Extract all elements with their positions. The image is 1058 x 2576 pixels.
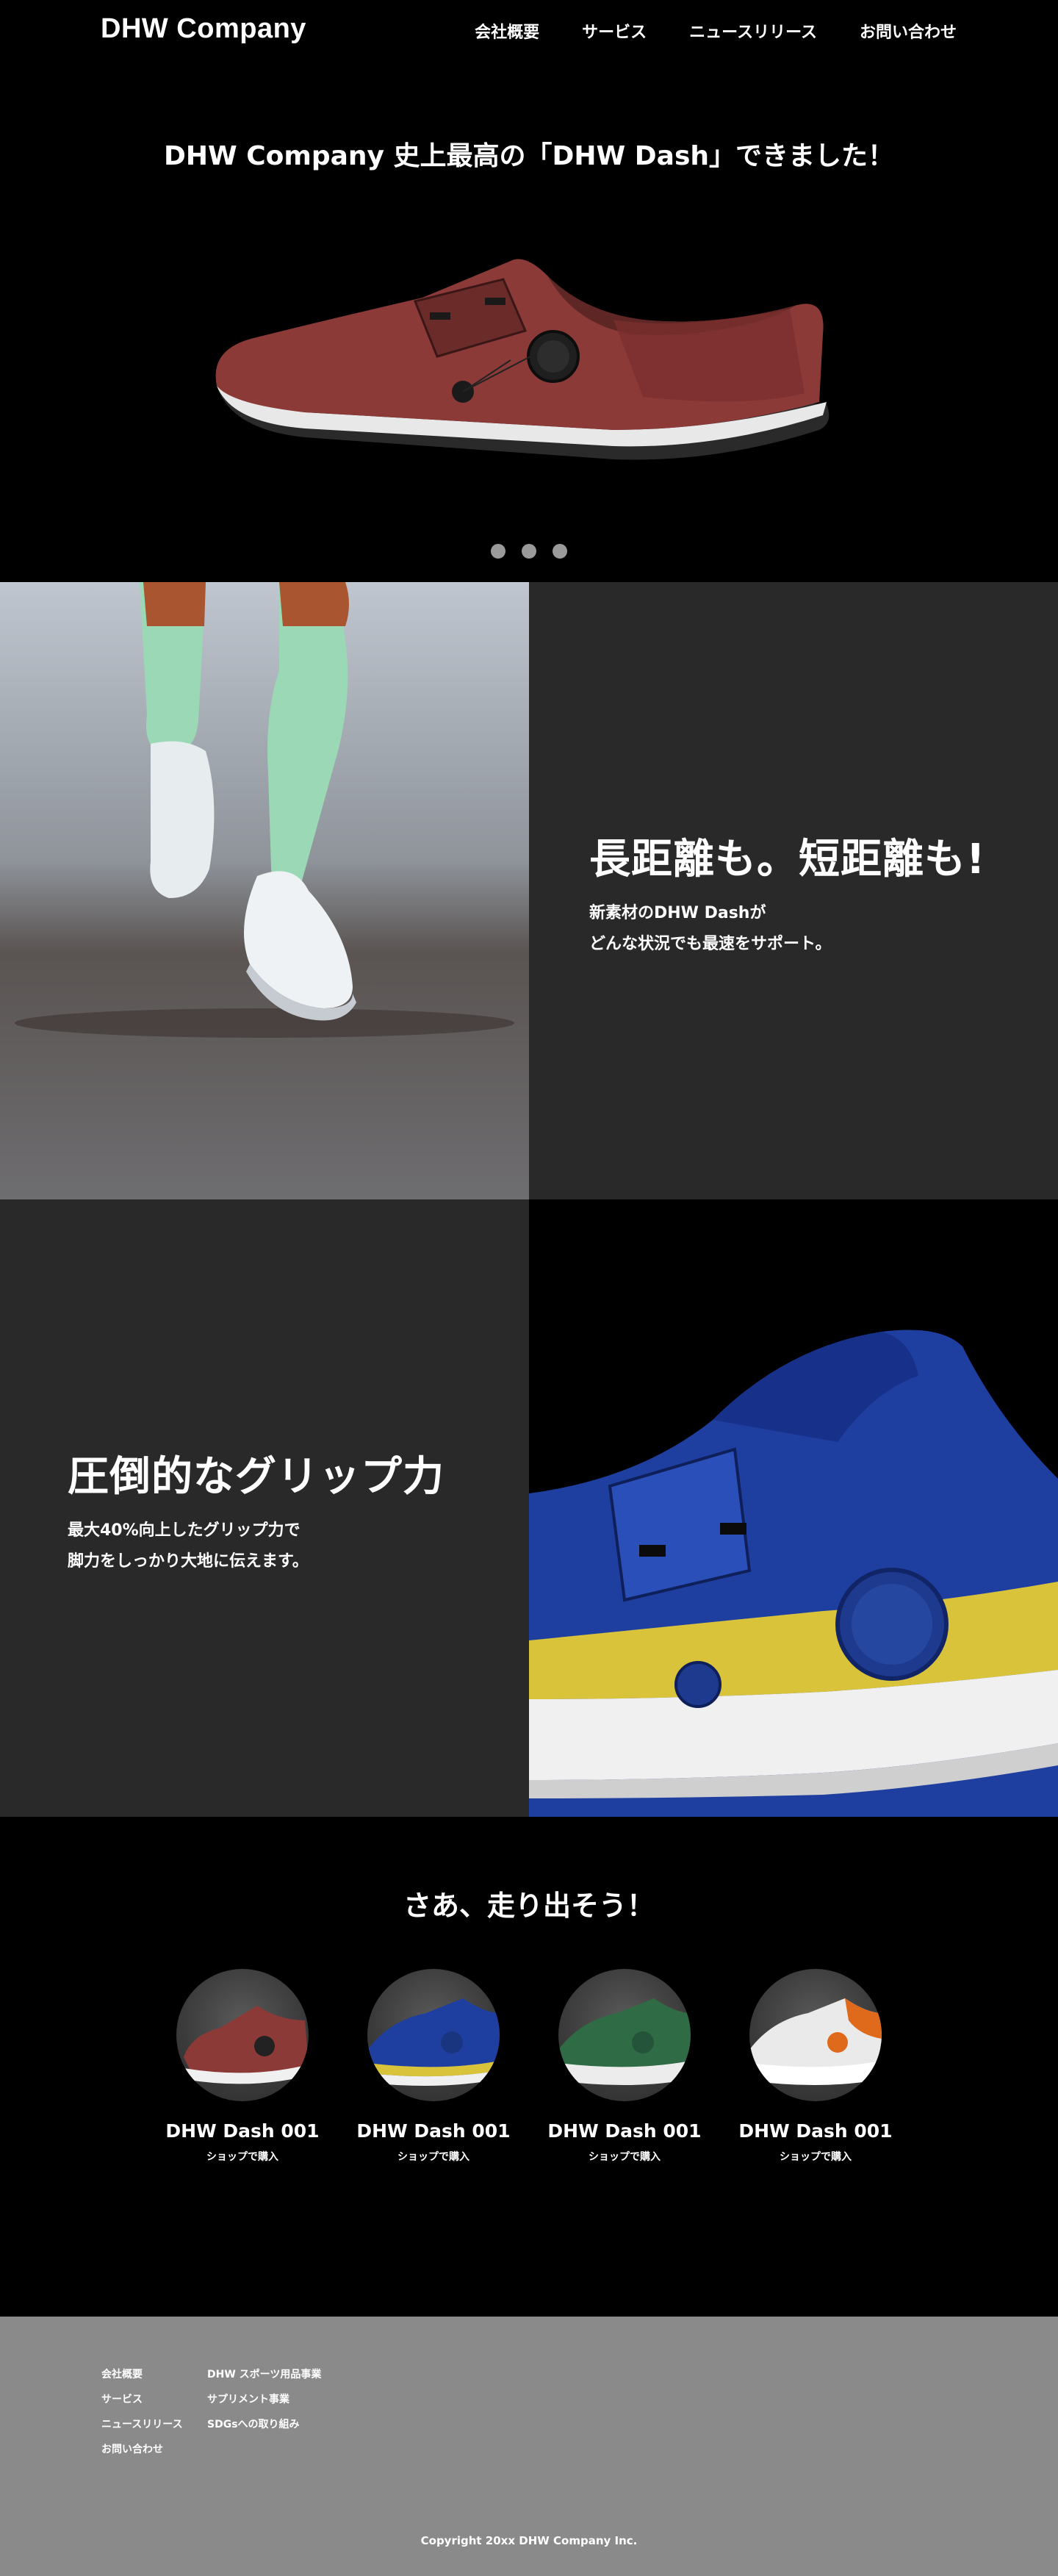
nav-services[interactable]: サービス — [582, 19, 647, 43]
product-image[interactable] — [749, 1969, 882, 2101]
blue-shoe-image — [529, 1199, 1058, 1817]
feature-distance-text-line: どんな状況でも最速をサポート。 — [589, 934, 832, 953]
nav-contact[interactable]: お問い合わせ — [860, 19, 957, 43]
feature-distance-text: 新素材のDHW Dashが どんな状況でも最速をサポート。 — [589, 898, 832, 960]
footer-link-services[interactable]: サービス — [101, 2392, 183, 2406]
feature-grip-panel: 圧倒的なグリップ力 最大40%向上したグリップ力で 脚力をしっかり大地に伝えます… — [0, 1199, 529, 1817]
shop-link[interactable]: ショップで購入 — [367, 2149, 500, 2164]
site-header: DHW Company 会社概要 サービス ニュースリリース お問い合わせ — [0, 0, 1058, 59]
slider-dots — [0, 544, 1058, 559]
footer-link-contact[interactable]: お問い合わせ — [101, 2442, 183, 2456]
nav-company[interactable]: 会社概要 — [475, 19, 539, 43]
footer-link-sports[interactable]: DHW スポーツ用品事業 — [207, 2367, 321, 2381]
product-name: DHW Dash 001 — [738, 2120, 893, 2142]
feature-grip-heading: 圧倒的なグリップ力 — [68, 1453, 445, 1501]
feature-grip-text-line: 脚力をしっかり大地に伝えます。 — [68, 1551, 309, 1571]
feature-distance-heading: 長距離も。短距離も! — [589, 836, 986, 883]
runner-image — [0, 582, 529, 1199]
shop-link[interactable]: ショップで購入 — [558, 2149, 691, 2164]
footer-link-news[interactable]: ニュースリリース — [101, 2417, 183, 2431]
slider-dot[interactable] — [491, 544, 505, 559]
footer-link-company[interactable]: 会社概要 — [101, 2367, 183, 2381]
product-card: DHW Dash 001 ショップで購入 — [547, 1969, 702, 2164]
footer-nav-company: 会社概要 サービス ニュースリリース お問い合わせ — [101, 2367, 183, 2456]
products-title: さあ、走り出そう！ — [403, 1890, 655, 1922]
hero-section: DHW Company 史上最高の「DHW Dash」できました！ — [0, 59, 1058, 582]
slider-dot[interactable] — [553, 544, 567, 559]
hero-shoe-image — [215, 259, 830, 460]
footer-nav-business: DHW スポーツ用品事業 サプリメント事業 SDGsへの取り組み — [207, 2367, 321, 2431]
feature-grip: 圧倒的なグリップ力 最大40%向上したグリップ力で 脚力をしっかり大地に伝えます… — [0, 1199, 1058, 1817]
shop-link[interactable]: ショップで購入 — [176, 2149, 309, 2164]
product-card: DHW Dash 001 ショップで購入 — [165, 1969, 320, 2164]
product-image[interactable] — [558, 1969, 691, 2101]
product-card: DHW Dash 001 ショップで購入 — [738, 1969, 893, 2164]
hero-title: DHW Company 史上最高の「DHW Dash」できました！ — [163, 141, 895, 171]
site-footer: 会社概要 サービス ニュースリリース お問い合わせ DHW スポーツ用品事業 サ… — [0, 2317, 1058, 2576]
feature-distance: 長距離も。短距離も! 新素材のDHW Dashが どんな状況でも最速をサポート。 — [0, 582, 1058, 1199]
product-name: DHW Dash 001 — [165, 2120, 320, 2142]
feature-distance-text-line: 新素材のDHW Dashが — [589, 904, 766, 922]
feature-grip-text: 最大40%向上したグリップ力で 脚力をしっかり大地に伝えます。 — [68, 1515, 309, 1577]
feature-grip-text-line: 最大40%向上したグリップ力で — [68, 1521, 301, 1540]
feature-distance-panel: 長距離も。短距離も! 新素材のDHW Dashが どんな状況でも最速をサポート。 — [529, 582, 1058, 1199]
product-card: DHW Dash 001 ショップで購入 — [356, 1969, 511, 2164]
site-logo[interactable]: DHW Company — [101, 13, 306, 45]
nav-news[interactable]: ニュースリリース — [689, 19, 817, 43]
product-name: DHW Dash 001 — [356, 2120, 511, 2142]
products-section: さあ、走り出そう！ DHW Dash 001 ショップで購入 DHW Dash … — [0, 1817, 1058, 2317]
copyright: Copyright 20xx DHW Company Inc. — [420, 2534, 638, 2547]
footer-link-sdgs[interactable]: SDGsへの取り組み — [207, 2417, 321, 2431]
shop-link[interactable]: ショップで購入 — [749, 2149, 882, 2164]
footer-link-supplements[interactable]: サプリメント事業 — [207, 2392, 321, 2406]
product-image[interactable] — [367, 1969, 500, 2101]
main-nav: 会社概要 サービス ニュースリリース お問い合わせ — [475, 19, 957, 43]
product-image[interactable] — [176, 1969, 309, 2101]
slider-dot[interactable] — [522, 544, 536, 559]
product-name: DHW Dash 001 — [547, 2120, 702, 2142]
